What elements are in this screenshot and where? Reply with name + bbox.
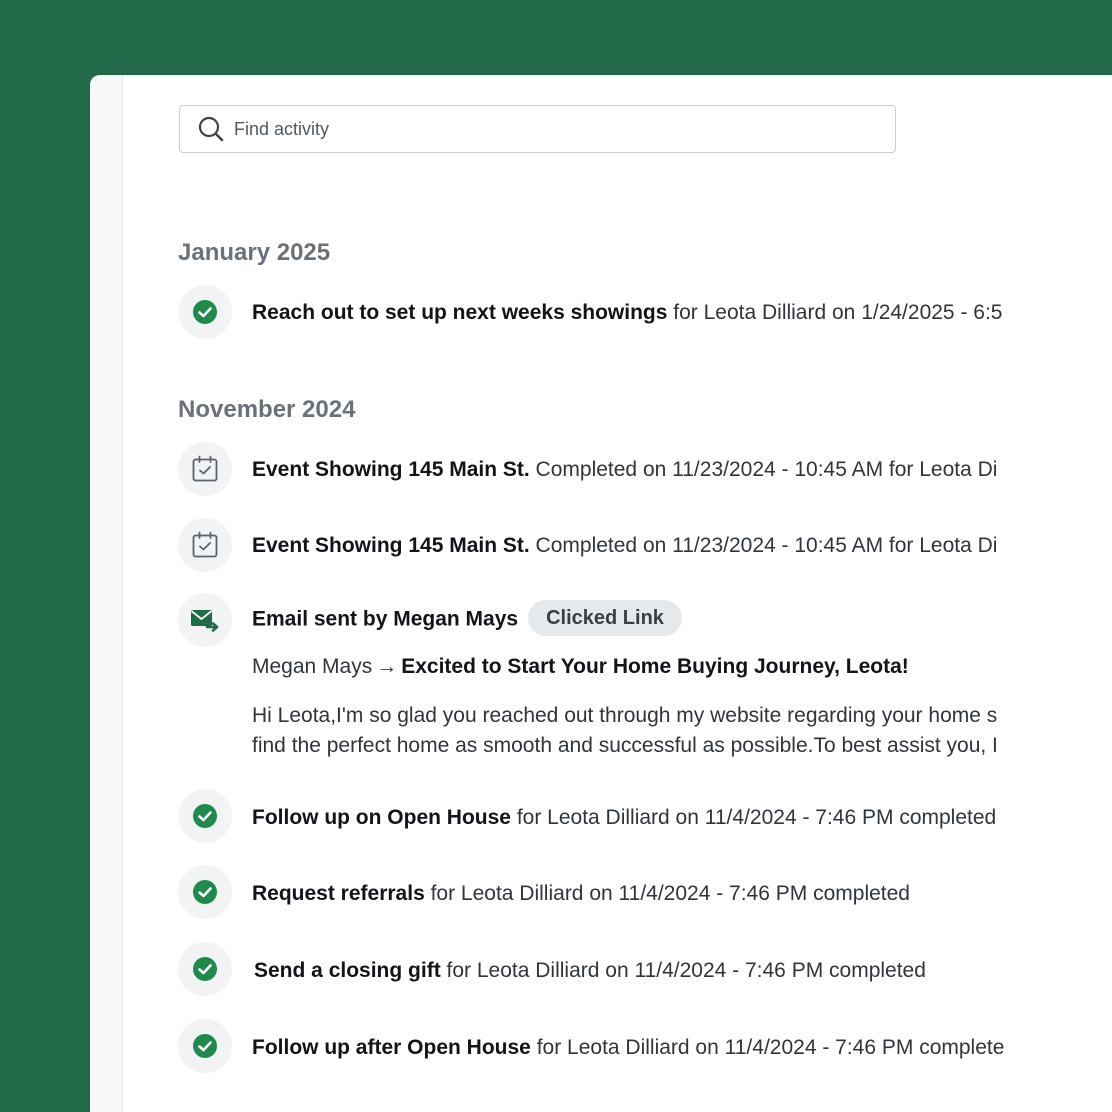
email-sender: Megan Mays — [252, 655, 373, 678]
activity-title[interactable]: Follow up after Open House — [252, 1036, 531, 1059]
activity-item[interactable]: Follow up on Open House for Leota Dillia… — [252, 805, 996, 831]
activity-item[interactable]: Send a closing gift for Leota Dilliard o… — [254, 958, 926, 984]
activity-title[interactable]: Event Showing 145 Main St. — [252, 458, 530, 481]
event-icon-wrap — [178, 518, 232, 572]
month-heading: January 2025 — [178, 239, 331, 266]
activity-item[interactable]: Event Showing 145 Main St. Completed on … — [252, 457, 997, 483]
activity-item[interactable]: Request referrals for Leota Dilliard on … — [252, 881, 910, 907]
check-circle-icon — [193, 804, 217, 828]
activity-title[interactable]: Email sent by Megan Mays — [252, 608, 518, 631]
task-completed-icon — [178, 1019, 232, 1073]
activity-detail: for Leota Dilliard on 11/4/2024 - 7:46 P… — [510, 806, 997, 829]
activity-title[interactable]: Event Showing 145 Main St. — [252, 534, 530, 557]
activity-item[interactable]: Event Showing 145 Main St. Completed on … — [252, 533, 997, 559]
email-subject-line[interactable]: Megan Mays → Excited to Start Your Home Bu… — [252, 654, 909, 680]
search-icon — [198, 116, 224, 142]
activity-detail: for Leota Dilliard on 11/4/2024 - 7:46 P… — [440, 959, 926, 982]
arrow-icon: → — [376, 655, 398, 678]
check-circle-icon — [193, 880, 217, 904]
activity-detail: for Leota Dilliard on 11/4/2024 - 7:46 P… — [424, 882, 910, 905]
check-circle-icon — [193, 1034, 217, 1058]
email-body-preview-line: Hi Leota,I'm so glad you reached out thr… — [252, 704, 998, 727]
activity-detail: for Leota Dilliard on 11/4/2024 - 7:46 P… — [530, 1036, 1005, 1059]
month-heading: November 2024 — [178, 396, 356, 423]
task-completed-icon — [178, 789, 232, 843]
search-input[interactable] — [234, 118, 834, 140]
email-icon-wrap — [178, 593, 232, 647]
task-completed-icon — [178, 285, 232, 339]
search-box[interactable] — [179, 105, 896, 153]
activity-detail: Completed on 11/23/2024 - 10:45 AM for L… — [529, 534, 998, 557]
event-icon-wrap — [178, 442, 232, 496]
email-activity-header[interactable]: Email sent by Megan Mays Clicked Link — [252, 600, 682, 638]
email-sent-icon — [190, 610, 219, 632]
calendar-check-icon — [192, 531, 218, 558]
activity-panel: January 2025 Reach out to set up next we… — [90, 75, 1112, 1112]
calendar-check-icon — [192, 455, 218, 482]
email-body-preview-line: find the perfect home as smooth and succ… — [252, 734, 998, 757]
check-circle-icon — [193, 300, 217, 324]
left-rail — [90, 75, 123, 1112]
activity-title[interactable]: Send a closing gift — [254, 959, 441, 982]
email-subject[interactable]: Excited to Start Your Home Buying Journe… — [401, 655, 909, 678]
task-completed-icon — [178, 865, 232, 919]
activity-title[interactable]: Follow up on Open House — [252, 806, 511, 829]
check-circle-icon — [193, 957, 217, 981]
activity-detail: Completed on 11/23/2024 - 10:45 AM for L… — [529, 458, 998, 481]
activity-title[interactable]: Reach out to set up next weeks showings — [252, 301, 667, 324]
activity-item[interactable]: Reach out to set up next weeks showings … — [252, 300, 1002, 326]
task-completed-icon — [178, 942, 232, 996]
activity-title[interactable]: Request referrals — [252, 882, 425, 905]
status-badge: Clicked Link — [528, 600, 682, 636]
activity-detail: for Leota Dilliard on 1/24/2025 - 6:5 — [667, 301, 1003, 324]
activity-item[interactable]: Follow up after Open House for Leota Dil… — [252, 1035, 1004, 1061]
